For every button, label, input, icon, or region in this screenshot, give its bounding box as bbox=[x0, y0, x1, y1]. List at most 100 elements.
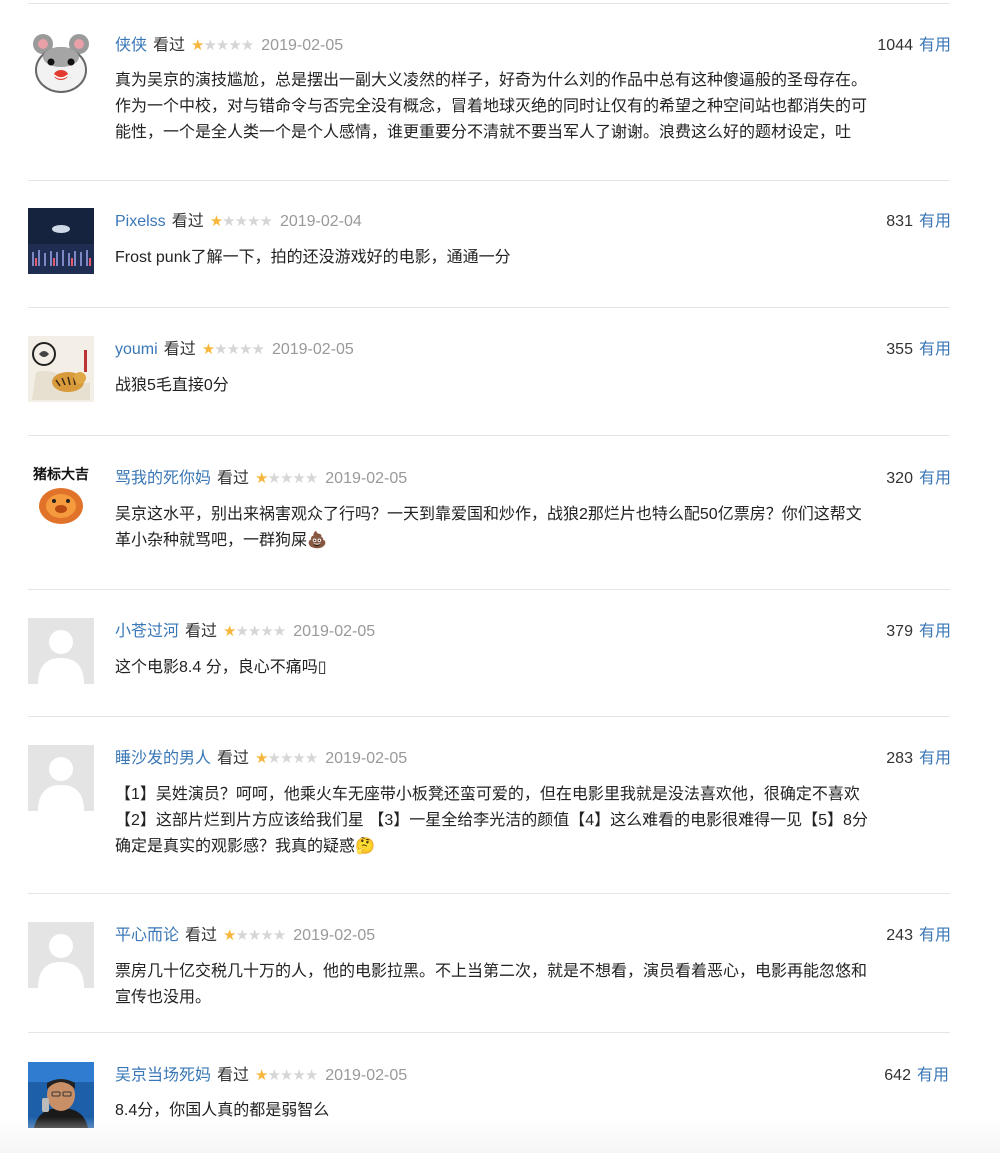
comment-date: 2019-02-05 bbox=[293, 927, 376, 944]
useful-button[interactable]: 有用 bbox=[919, 37, 951, 54]
comment-meta: 小苍过河 看过 ★★★★★ 2019-02-05 bbox=[115, 620, 375, 644]
comment-text: Frost punk了解一下，拍的还没游戏好的电影，通通一分 bbox=[115, 245, 955, 271]
comment-text: 吴京这水平，别出来祸害观众了行吗？一天到靠爱国和炒作，战狼2那烂片也特么配50亿… bbox=[115, 502, 955, 554]
divider bbox=[28, 307, 950, 308]
vote-area: 831 有用 bbox=[886, 210, 951, 234]
username-link[interactable]: Pixelss bbox=[115, 213, 166, 230]
vote-count: 379 bbox=[886, 623, 913, 640]
star-empty-icon: ★★★★ bbox=[203, 37, 254, 54]
useful-button[interactable]: 有用 bbox=[919, 470, 951, 487]
star-filled-icon: ★ bbox=[201, 341, 215, 358]
divider bbox=[28, 3, 950, 4]
comment-text: 这个电影8.4 分，良心不痛吗▯ bbox=[115, 655, 955, 681]
status-label: 看过 bbox=[171, 213, 204, 230]
star-filled-icon: ★ bbox=[209, 213, 223, 230]
comment-line: Frost punk了解一下，拍的还没游戏好的电影，通通一分 bbox=[115, 249, 511, 266]
divider bbox=[28, 435, 950, 436]
comment-date: 2019-02-05 bbox=[325, 470, 408, 487]
divider bbox=[28, 716, 950, 717]
divider bbox=[28, 1032, 950, 1033]
night-scene-avatar-icon bbox=[28, 208, 94, 274]
username-link[interactable]: 吴京当场死妈 bbox=[115, 1067, 211, 1084]
vote-count: 642 bbox=[884, 1067, 911, 1084]
useful-button[interactable]: 有用 bbox=[919, 750, 951, 767]
rating-stars: ★★★★★ bbox=[201, 338, 265, 362]
star-empty-icon: ★★★★ bbox=[235, 927, 286, 944]
status-label: 看过 bbox=[153, 37, 186, 54]
comment-meta: youmi 看过 ★★★★★ 2019-02-05 bbox=[115, 338, 354, 362]
username-link[interactable]: youmi bbox=[115, 341, 158, 358]
avatar[interactable] bbox=[28, 30, 94, 96]
status-label: 看过 bbox=[185, 927, 218, 944]
useful-button[interactable]: 有用 bbox=[919, 341, 951, 358]
star-empty-icon: ★★★★ bbox=[214, 341, 265, 358]
default-avatar-icon bbox=[28, 618, 94, 684]
comment-meta: 侠侠 看过 ★★★★★ 2019-02-05 bbox=[115, 34, 343, 58]
star-empty-icon: ★★★★ bbox=[267, 1067, 318, 1084]
username-link[interactable]: 平心而论 bbox=[115, 927, 179, 944]
vote-area: 642 有用 bbox=[884, 1064, 949, 1088]
rating-stars: ★★★★★ bbox=[223, 620, 286, 644]
comment-line: 能性，一个是全人类一个是个人感情，谁更重要分不清就不要当军人了谢谢。浪费这么好的… bbox=[115, 124, 852, 141]
comment-line: 吴京这水平，别出来祸害观众了行吗？一天到靠爱国和炒作，战狼2那烂片也特么配50亿… bbox=[115, 506, 862, 523]
vote-area: 355 有用 bbox=[886, 338, 951, 362]
username-link[interactable]: 睡沙发的男人 bbox=[115, 750, 211, 767]
divider bbox=[28, 893, 950, 894]
username-link[interactable]: 骂我的死你妈 bbox=[115, 470, 211, 487]
comment-line: 票房几十亿交税几十万的人，他的电影拉黑。不上当第二次，就是不想看，演员看着恶心，… bbox=[115, 963, 868, 980]
default-avatar-icon bbox=[28, 745, 94, 811]
comment-text: 战狼5毛直接0分 bbox=[115, 373, 955, 399]
useful-button[interactable]: 有用 bbox=[919, 623, 951, 640]
status-label: 看过 bbox=[185, 623, 218, 640]
comment-date: 2019-02-05 bbox=[293, 623, 376, 640]
username-link[interactable]: 小苍过河 bbox=[115, 623, 179, 640]
divider bbox=[28, 589, 950, 590]
useful-button[interactable]: 有用 bbox=[919, 927, 951, 944]
avatar[interactable]: 猪标大吉 bbox=[28, 462, 94, 528]
star-filled-icon: ★ bbox=[223, 623, 236, 640]
comment-text: 【1】吴姓演员？呵呵，他乘火车无座带小板凳还蛮可爱的，但在电影里我就是没法喜欢他… bbox=[115, 782, 955, 860]
comment-meta: Pixelss 看过 ★★★★★ 2019-02-04 bbox=[115, 210, 362, 234]
comment-meta: 平心而论 看过 ★★★★★ 2019-02-05 bbox=[115, 924, 375, 948]
avatar[interactable] bbox=[28, 208, 94, 274]
star-filled-icon: ★ bbox=[255, 470, 268, 487]
rating-stars: ★★★★★ bbox=[255, 747, 318, 771]
star-filled-icon: ★ bbox=[223, 927, 236, 944]
comment-date: 2019-02-05 bbox=[261, 37, 344, 54]
vote-area: 243 有用 bbox=[886, 924, 951, 948]
vote-count: 320 bbox=[886, 470, 913, 487]
vote-area: 283 有用 bbox=[886, 747, 951, 771]
comment-line: 【1】吴姓演员？呵呵，他乘火车无座带小板凳还蛮可爱的，但在电影里我就是没法喜欢他… bbox=[115, 786, 860, 803]
username-link[interactable]: 侠侠 bbox=[115, 37, 147, 54]
default-avatar-icon bbox=[28, 922, 94, 988]
vote-count: 831 bbox=[886, 213, 913, 230]
comment-meta: 骂我的死你妈 看过 ★★★★★ 2019-02-05 bbox=[115, 467, 407, 491]
useful-button[interactable]: 有用 bbox=[917, 1067, 949, 1084]
avatar[interactable] bbox=[28, 745, 94, 811]
comment-text: 票房几十亿交税几十万的人，他的电影拉黑。不上当第二次，就是不想看，演员看着恶心，… bbox=[115, 959, 955, 1011]
comment-date: 2019-02-05 bbox=[325, 1067, 408, 1084]
hamster-avatar-icon bbox=[28, 30, 94, 96]
star-filled-icon: ★ bbox=[191, 37, 204, 54]
avatar[interactable] bbox=[28, 618, 94, 684]
vote-area: 1044 有用 bbox=[877, 34, 951, 58]
comment-meta: 吴京当场死妈 看过 ★★★★★ 2019-02-05 bbox=[115, 1064, 407, 1088]
bottom-fade bbox=[0, 1117, 1000, 1153]
avatar-caption: 猪标大吉 bbox=[33, 467, 89, 483]
divider bbox=[28, 180, 950, 181]
comment-line: 战狼5毛直接0分 bbox=[115, 377, 229, 394]
vote-count: 1044 bbox=[877, 37, 913, 54]
comment-line: 这个电影8.4 分，良心不痛吗▯ bbox=[115, 659, 327, 676]
vote-count: 283 bbox=[886, 750, 913, 767]
comment-line: 革小杂种就骂吧，一群狗屎💩 bbox=[115, 532, 327, 549]
comment-date: 2019-02-04 bbox=[279, 213, 362, 230]
avatar[interactable] bbox=[28, 922, 94, 988]
star-filled-icon: ★ bbox=[255, 750, 268, 767]
star-empty-icon: ★★★★ bbox=[267, 750, 318, 767]
useful-button[interactable]: 有用 bbox=[919, 213, 951, 230]
avatar[interactable] bbox=[28, 336, 94, 402]
status-label: 看过 bbox=[217, 1067, 250, 1084]
rating-stars: ★★★★★ bbox=[255, 467, 318, 491]
rating-stars: ★★★★★ bbox=[255, 1064, 318, 1088]
comment-line: 真为吴京的演技尴尬，总是摆出一副大义凌然的样子，好奇为什么刘的作品中总有这种傻逼… bbox=[115, 72, 868, 89]
